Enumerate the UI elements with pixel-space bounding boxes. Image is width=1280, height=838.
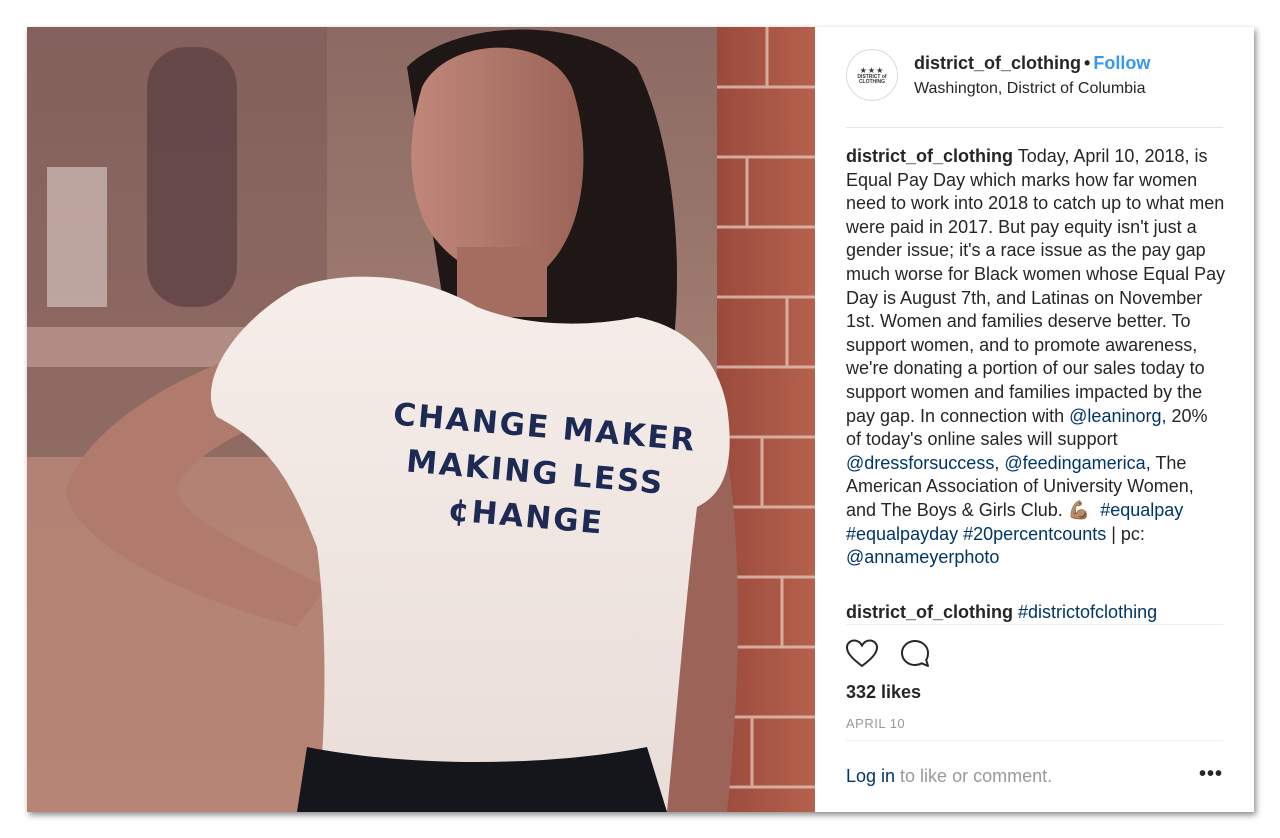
post-photo: CHANGE MAKER MAKING LESS ¢HANGE: [27, 27, 815, 812]
header-separator: •: [1084, 53, 1091, 73]
login-link[interactable]: Log in: [846, 766, 895, 786]
avatar-brand-text: DISTRICT of CLOTHING: [857, 73, 887, 85]
comment-bubble-icon[interactable]: [900, 639, 932, 674]
caption-username[interactable]: district_of_clothing: [846, 146, 1013, 166]
like-heart-icon[interactable]: [845, 639, 879, 674]
caption-text-1: Today, April 10, 2018, is Equal Pay Day …: [846, 146, 1226, 426]
more-options-icon[interactable]: •••: [1199, 763, 1223, 786]
follow-button[interactable]: Follow: [1093, 53, 1150, 73]
login-prompt-text: to like or comment.: [895, 766, 1053, 786]
flexed-biceps-emoji: 💪🏽: [1067, 499, 1091, 520]
divider: [846, 740, 1223, 741]
post-header: ★★★ DISTRICT of CLOTHING district_of_clo…: [846, 49, 1223, 128]
instagram-post: CHANGE MAKER MAKING LESS ¢HANGE ★★★ DIST…: [27, 27, 1254, 812]
mention-annameyerphoto[interactable]: @annameyerphoto: [846, 547, 999, 567]
mention-dressforsuccess[interactable]: @dressforsuccess: [846, 453, 994, 473]
caption-text-3: ,: [994, 452, 1005, 473]
post-date: APRIL 10: [846, 716, 906, 731]
comment-username[interactable]: district_of_clothing: [846, 602, 1013, 622]
caption-text-5: [1090, 500, 1100, 520]
mention-leaninorg[interactable]: @leaninorg: [1069, 406, 1161, 426]
avatar[interactable]: ★★★ DISTRICT of CLOTHING: [846, 49, 898, 101]
hashtag-20percentcounts[interactable]: #20percentcounts: [963, 524, 1106, 544]
post-caption: district_of_clothing Today, April 10, 20…: [846, 145, 1226, 570]
header-user-line: district_of_clothing • Follow: [914, 53, 1150, 74]
divider: [846, 624, 1223, 625]
hashtag-districtofclothing[interactable]: #districtofclothing: [1018, 602, 1157, 622]
post-sidebar: ★★★ DISTRICT of CLOTHING district_of_clo…: [815, 27, 1254, 812]
mention-feedingamerica[interactable]: @feedingamerica: [1004, 453, 1145, 473]
header-username[interactable]: district_of_clothing: [914, 53, 1081, 73]
hashtag-equalpay[interactable]: #equalpay: [1100, 500, 1183, 520]
location-link[interactable]: Washington, District of Columbia: [914, 80, 1146, 98]
likes-count[interactable]: 332 likes: [846, 682, 921, 703]
caption-text-8: | pc:: [1106, 523, 1145, 544]
hashtag-equalpayday[interactable]: #equalpayday: [846, 524, 958, 544]
login-prompt: Log in to like or comment.: [846, 766, 1052, 787]
comment-row: district_of_clothing #districtofclothing: [846, 600, 1226, 624]
